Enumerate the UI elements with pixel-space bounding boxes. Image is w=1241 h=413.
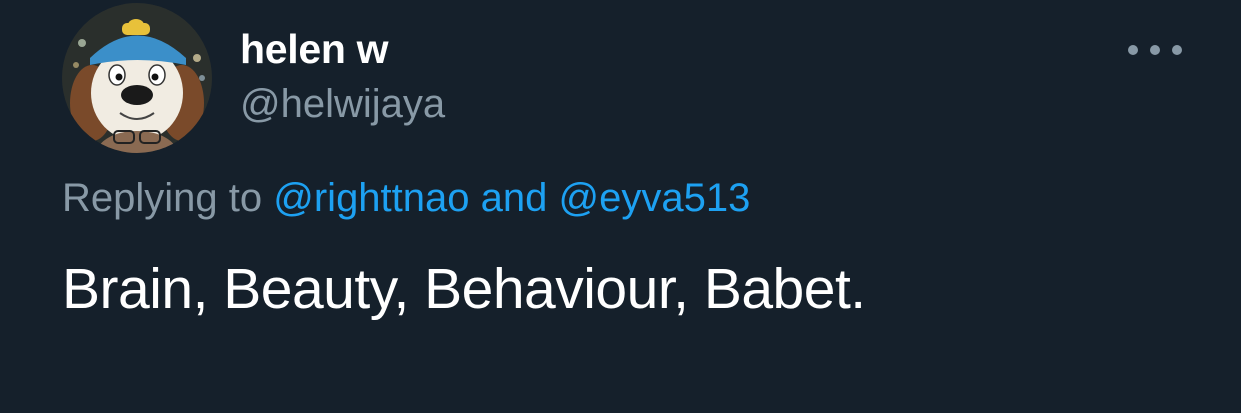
more-horizontal-icon: [1128, 45, 1138, 55]
avatar[interactable]: [62, 3, 212, 153]
tweet-text: Brain, Beauty, Behaviour, Babet.: [62, 257, 866, 321]
mention-link[interactable]: @eyva513: [559, 176, 751, 220]
more-horizontal-icon-dot: [1150, 45, 1160, 55]
replying-to-label: Replying to: [62, 176, 263, 220]
more-options-button[interactable]: [1128, 38, 1182, 62]
tweet-card: helen w @helwijaya Replying to @righttna…: [0, 0, 1241, 413]
author-handle[interactable]: @helwijaya: [240, 82, 445, 127]
replying-to-conjunction: and: [480, 176, 548, 220]
author-display-name[interactable]: helen w: [240, 26, 389, 73]
avatar-image: [62, 3, 212, 153]
mention-link[interactable]: @righttnao: [273, 176, 469, 220]
more-horizontal-icon-dot: [1172, 45, 1182, 55]
replying-to-line: Replying to @righttnao and @eyva513: [62, 176, 750, 221]
